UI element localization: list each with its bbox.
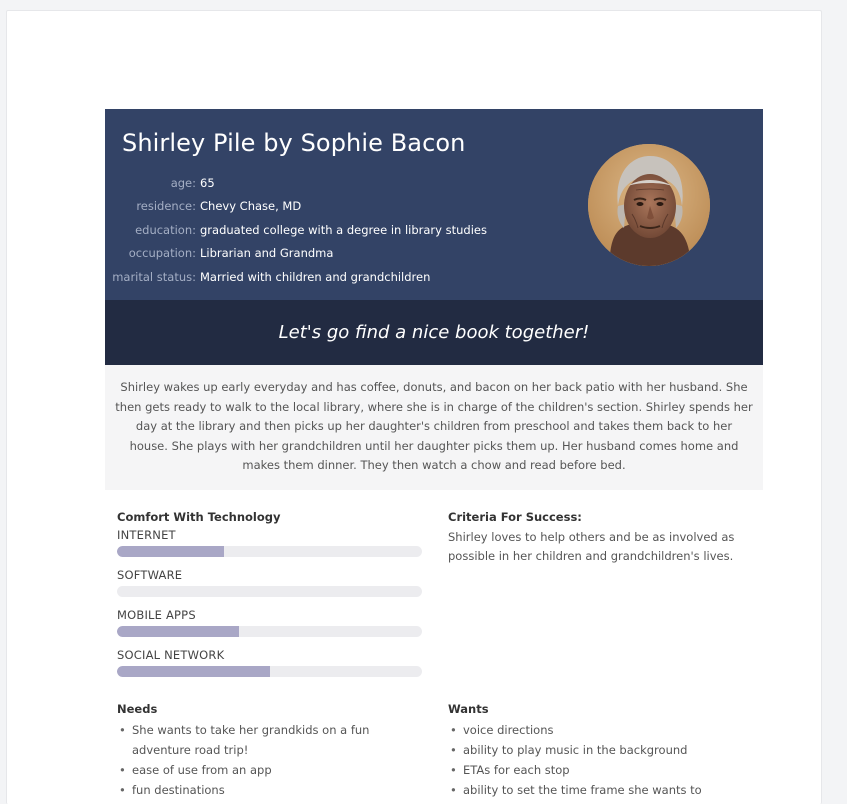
tech-label: SOFTWARE xyxy=(117,567,183,582)
tech-label: MOBILE APPS xyxy=(117,607,196,622)
info-row-occupation: occupation: Librarian and Grandma xyxy=(105,242,487,266)
quote-banner: Let's go find a nice book together! xyxy=(105,300,763,365)
info-row-marital-status: marital status: Married with children an… xyxy=(105,265,487,289)
tech-bar-track xyxy=(117,545,422,557)
wants-list: voice directions ability to play music i… xyxy=(448,720,748,800)
info-value: Married with children and grandchildren xyxy=(200,269,431,284)
criteria-section: Criteria For Success: Shirley loves to h… xyxy=(448,510,748,567)
tech-label: SOCIAL NETWORK xyxy=(117,647,225,662)
tech-bar-fill xyxy=(117,665,270,677)
tech-bar-fill xyxy=(117,625,239,637)
info-row-education: education: graduated college with a degr… xyxy=(105,218,487,242)
persona-details: Comfort With Technology INTERNET SOFTWAR… xyxy=(105,490,763,804)
criteria-text: Shirley loves to help others and be as i… xyxy=(448,529,735,564)
tech-item-social-network: SOCIAL NETWORK xyxy=(117,648,423,688)
info-value: Librarian and Grandma xyxy=(200,246,334,261)
list-item: ease of use from an app xyxy=(117,760,423,780)
info-value: 65 xyxy=(200,175,215,190)
info-label: age: xyxy=(170,175,196,190)
info-value: graduated college with a degree in libra… xyxy=(200,222,487,237)
needs-section: Needs She wants to take her grandkids on… xyxy=(117,702,423,800)
technology-section: Comfort With Technology INTERNET SOFTWAR… xyxy=(117,510,423,688)
elderly-woman-portrait-icon xyxy=(588,144,710,266)
tech-item-software: SOFTWARE xyxy=(117,568,423,608)
list-item: She wants to take her grandkids on a fun… xyxy=(117,720,423,760)
needs-list: She wants to take her grandkids on a fun… xyxy=(117,720,423,800)
document-card: Shirley Pile by Sophie Bacon age: 65 res… xyxy=(6,10,822,804)
list-item: ability to set the time frame she wants … xyxy=(448,780,748,800)
list-item: ability to play music in the background xyxy=(448,740,748,760)
info-label: marital status: xyxy=(112,269,196,284)
info-value: Chevy Chase, MD xyxy=(200,199,302,214)
tech-bar-track xyxy=(117,665,422,677)
tech-item-internet: INTERNET xyxy=(117,528,423,568)
persona-title: Shirley Pile by Sophie Bacon xyxy=(122,129,466,157)
tech-label: INTERNET xyxy=(117,527,176,542)
wants-section: Wants voice directions ability to play m… xyxy=(448,702,748,800)
needs-heading: Needs xyxy=(117,701,158,716)
list-item: ETAs for each stop xyxy=(448,760,748,780)
wants-heading: Wants xyxy=(448,701,489,716)
persona-quote: Let's go find a nice book together! xyxy=(278,322,590,343)
persona-bio: Shirley wakes up early everyday and has … xyxy=(105,365,763,490)
technology-heading: Comfort With Technology xyxy=(117,509,281,524)
info-label: residence: xyxy=(136,199,196,214)
tech-bar-track xyxy=(117,625,422,637)
criteria-heading: Criteria For Success: xyxy=(448,509,582,524)
tech-bar-fill xyxy=(117,545,224,557)
tech-item-mobile-apps: MOBILE APPS xyxy=(117,608,423,648)
info-label: education: xyxy=(135,222,196,237)
list-item: fun destinations xyxy=(117,780,423,800)
avatar xyxy=(588,144,710,266)
info-label: occupation: xyxy=(128,246,196,261)
persona-sheet: Shirley Pile by Sophie Bacon age: 65 res… xyxy=(105,109,763,804)
persona-header: Shirley Pile by Sophie Bacon age: 65 res… xyxy=(105,109,763,300)
info-row-age: age: 65 xyxy=(105,171,487,195)
tech-bar-track xyxy=(117,585,422,597)
info-row-residence: residence: Chevy Chase, MD xyxy=(105,195,487,219)
persona-info: age: 65 residence: Chevy Chase, MD educa… xyxy=(105,171,487,289)
list-item: voice directions xyxy=(448,720,748,740)
